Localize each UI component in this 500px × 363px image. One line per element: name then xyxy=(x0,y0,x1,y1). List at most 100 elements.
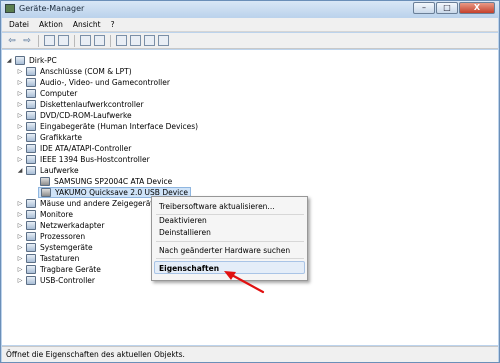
tree-item[interactable]: ◢ Laufwerke xyxy=(16,165,79,176)
minimize-button[interactable]: – xyxy=(413,2,435,14)
expand-icon[interactable]: ▷ xyxy=(16,156,24,163)
tree-item-label: Grafikkarte xyxy=(40,133,83,142)
expand-icon[interactable]: ▷ xyxy=(16,277,24,284)
tree-item-label: Anschlüsse (COM & LPT) xyxy=(40,67,132,76)
expand-icon[interactable]: ▷ xyxy=(16,200,24,207)
expand-icon[interactable]: ▷ xyxy=(16,79,24,86)
menu-separator xyxy=(156,258,304,259)
expand-icon[interactable]: ▷ xyxy=(16,233,24,240)
tree-item[interactable]: ▷ Tastaturen xyxy=(16,253,79,264)
menu-ansicht[interactable]: Ansicht xyxy=(68,20,106,29)
expand-icon[interactable]: ▷ xyxy=(16,90,24,97)
tree-item[interactable]: ▷ Prozessoren xyxy=(16,231,85,242)
tree-item[interactable]: ▷ Diskettenlaufwerkcontroller xyxy=(16,99,144,110)
hid-icon xyxy=(26,122,36,131)
tree-item[interactable]: ▷ Systemgeräte xyxy=(16,242,93,253)
back-icon[interactable]: ⇦ xyxy=(6,35,18,47)
tree-item-label: Monitore xyxy=(40,210,73,219)
tree-item[interactable]: ▷ Monitore xyxy=(16,209,73,220)
menu-datei[interactable]: Datei xyxy=(4,20,34,29)
close-button[interactable]: X xyxy=(459,2,495,14)
tree-item[interactable]: ▷ IDE ATA/ATAPI-Controller xyxy=(16,143,131,154)
menu-separator xyxy=(156,241,304,242)
hard-disk-icon xyxy=(40,177,50,186)
tree-item[interactable]: ▷ Grafikkarte xyxy=(16,132,82,143)
toolbar-separator xyxy=(38,34,39,47)
tree-item[interactable]: ▷ Tragbare Geräte xyxy=(16,264,101,275)
menu-bar: Datei Aktion Ansicht ? xyxy=(2,18,498,32)
tree-item[interactable]: ▷ Eingabegeräte (Human Interface Devices… xyxy=(16,121,198,132)
status-bar: Öffnet die Eigenschaften des aktuellen O… xyxy=(2,346,498,362)
show-hide-tree-icon[interactable] xyxy=(44,35,55,46)
monitor-icon xyxy=(26,210,36,219)
tree-item-label: Eingabegeräte (Human Interface Devices) xyxy=(40,122,199,131)
properties-icon[interactable] xyxy=(58,35,69,46)
floppy-icon xyxy=(26,100,36,109)
details-icon[interactable] xyxy=(94,35,105,46)
help-icon[interactable] xyxy=(80,35,91,46)
context-menu: Treibersoftware aktualisieren... Deaktiv… xyxy=(151,196,308,281)
collapse-icon[interactable]: ◢ xyxy=(5,57,13,64)
keyboard-icon xyxy=(26,254,36,263)
update-driver-menu-item[interactable]: Treibersoftware aktualisieren... xyxy=(159,202,275,211)
expand-icon[interactable]: ▷ xyxy=(16,68,24,75)
disable-menu-item[interactable]: Deaktivieren xyxy=(159,216,207,225)
tree-item-label: Mäuse und andere Zeigegeräte xyxy=(40,199,158,208)
collapse-icon[interactable]: ◢ xyxy=(16,167,24,174)
computer-icon xyxy=(26,89,36,98)
mouse-icon xyxy=(26,199,36,208)
scan-hardware-icon[interactable] xyxy=(116,35,127,46)
ide-icon xyxy=(26,144,36,153)
title-bar: Geräte-Manager – □ X xyxy=(1,1,499,17)
tree-item-label: Netzwerkadapter xyxy=(40,221,105,230)
tree-item-label: Tastaturen xyxy=(40,254,80,263)
toolbar-separator xyxy=(74,34,75,47)
expand-icon[interactable]: ▷ xyxy=(16,211,24,218)
uninstall-menu-item[interactable]: Deinstallieren xyxy=(159,228,211,237)
tree-item-label: Systemgeräte xyxy=(40,243,93,252)
tree-item[interactable]: ▷ Mäuse und andere Zeigegeräte xyxy=(16,198,158,209)
update-driver-icon[interactable] xyxy=(130,35,141,46)
tree-root[interactable]: ◢ Dirk-PC xyxy=(5,55,57,66)
expand-icon[interactable]: ▷ xyxy=(16,145,24,152)
properties-menu-item[interactable]: Eigenschaften xyxy=(159,264,219,273)
usb-drive-icon xyxy=(41,188,51,197)
tree-item-label: SAMSUNG SP2004C ATA Device xyxy=(54,177,173,186)
expand-icon[interactable]: ▷ xyxy=(16,255,24,262)
tree-item[interactable]: ▷ Audio-, Video- und Gamecontroller xyxy=(16,77,170,88)
tree-item[interactable]: ▷ DVD/CD-ROM-Laufwerke xyxy=(16,110,132,121)
tree-item-label: IDE ATA/ATAPI-Controller xyxy=(40,144,132,153)
network-adapter-icon xyxy=(26,221,36,230)
device-manager-icon xyxy=(5,4,15,13)
menu-aktion[interactable]: Aktion xyxy=(34,20,68,29)
tree-item[interactable]: ▷ Netzwerkadapter xyxy=(16,220,105,231)
tree-child-item[interactable]: SAMSUNG SP2004C ATA Device xyxy=(38,176,172,187)
port-icon xyxy=(26,67,36,76)
tree-item[interactable]: ▷ Computer xyxy=(16,88,77,99)
expand-icon[interactable]: ▷ xyxy=(16,134,24,141)
computer-icon xyxy=(15,56,25,65)
expand-icon[interactable]: ▷ xyxy=(16,112,24,119)
menu-help[interactable]: ? xyxy=(106,20,120,29)
tree-item-label: DVD/CD-ROM-Laufwerke xyxy=(40,111,132,120)
expand-icon[interactable]: ▷ xyxy=(16,266,24,273)
tree-item[interactable]: ▷ USB-Controller xyxy=(16,275,95,286)
expand-icon[interactable]: ▷ xyxy=(16,101,24,108)
window-title: Geräte-Manager xyxy=(19,4,85,13)
status-text: Öffnet die Eigenschaften des aktuellen O… xyxy=(6,350,185,359)
expand-icon[interactable]: ▷ xyxy=(16,222,24,229)
expand-icon[interactable]: ▷ xyxy=(16,123,24,130)
dvd-icon xyxy=(26,111,36,120)
scan-hardware-menu-item[interactable]: Nach geänderter Hardware suchen xyxy=(159,246,290,255)
firewire-icon xyxy=(26,155,36,164)
tree-item[interactable]: ▷ Anschlüsse (COM & LPT) xyxy=(16,66,132,77)
tree-item[interactable]: ▷ IEEE 1394 Bus-Hostcontroller xyxy=(16,154,150,165)
tree-item-label: Laufwerke xyxy=(40,166,79,175)
toolbar: ⇦ ⇨ xyxy=(2,33,498,49)
expand-icon[interactable]: ▷ xyxy=(16,244,24,251)
uninstall-icon[interactable] xyxy=(144,35,155,46)
tree-item-label: Prozessoren xyxy=(40,232,86,241)
forward-icon[interactable]: ⇨ xyxy=(21,35,33,47)
maximize-button[interactable]: □ xyxy=(436,2,458,14)
disable-icon[interactable] xyxy=(158,35,169,46)
